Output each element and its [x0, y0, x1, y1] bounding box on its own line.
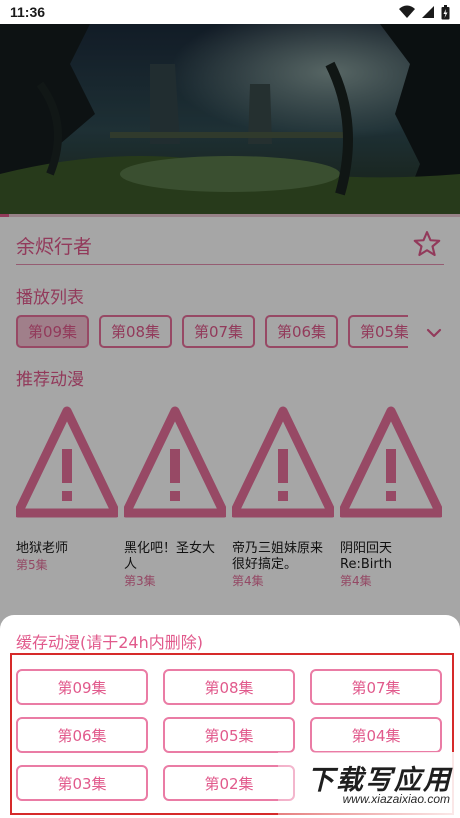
status-time: 11:36 — [10, 4, 46, 20]
download-episode-button[interactable]: 第04集 — [310, 717, 442, 753]
download-episode-button[interactable]: 第08集 — [163, 669, 295, 705]
download-episode-button[interactable]: 第07集 — [310, 669, 442, 705]
status-icons — [399, 4, 450, 20]
download-episode-button[interactable]: 第06集 — [16, 717, 148, 753]
watermark-url: www.xiazaixiao.com — [342, 792, 450, 806]
site-watermark: 下载写应用 www.xiazaixiao.com — [278, 752, 458, 816]
download-episode-button[interactable]: 第09集 — [16, 669, 148, 705]
download-episode-button[interactable]: 第03集 — [16, 765, 148, 801]
download-episode-button[interactable]: 第05集 — [163, 717, 295, 753]
battery-icon — [441, 4, 450, 19]
wifi-icon — [399, 5, 415, 18]
signal-icon — [422, 6, 434, 18]
download-sheet-title: 缓存动漫(请于24h内删除) — [16, 633, 203, 652]
status-bar: 11:36 — [0, 0, 460, 24]
download-episode-button[interactable]: 第02集 — [163, 765, 295, 801]
